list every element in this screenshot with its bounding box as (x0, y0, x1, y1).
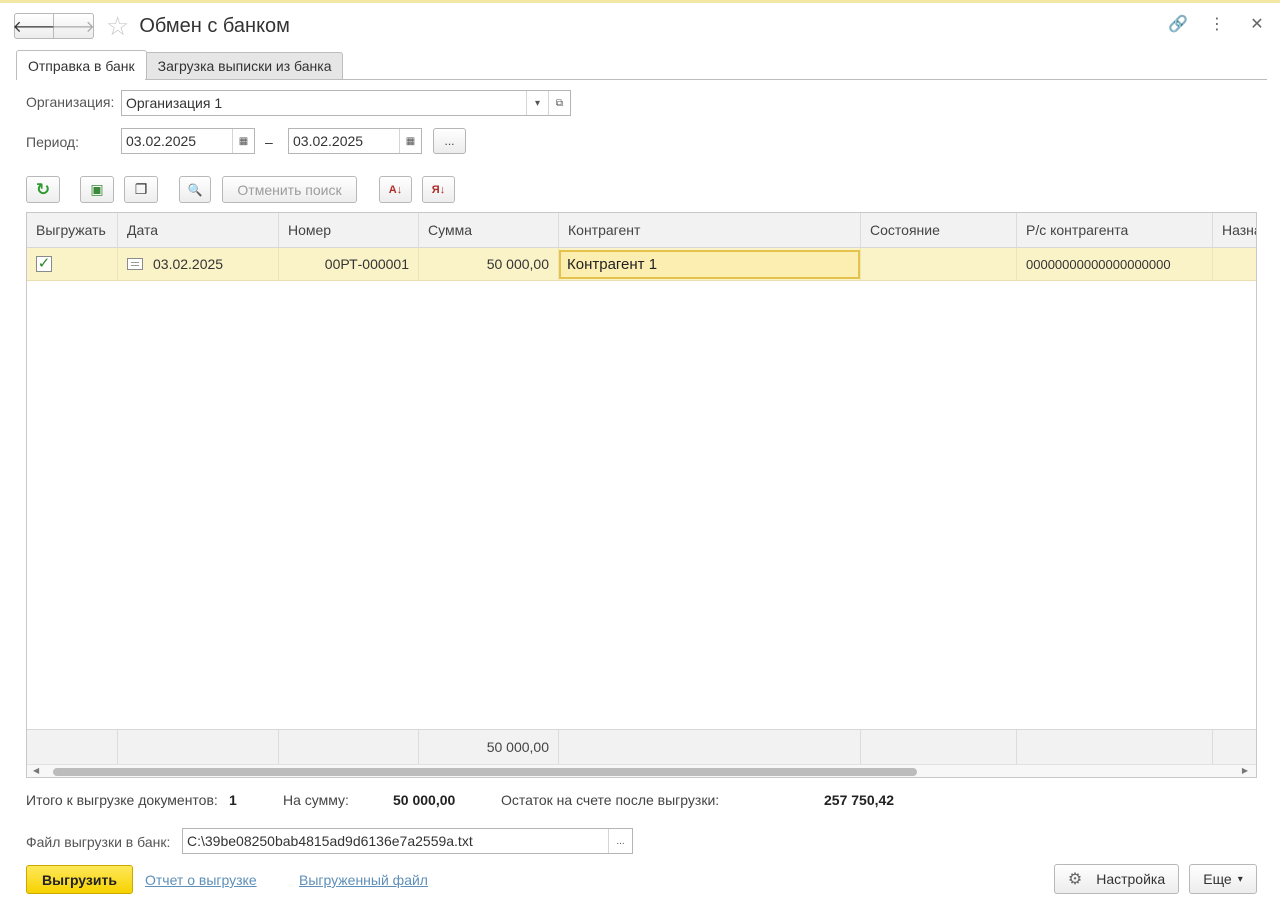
forward-button[interactable]: 🡒 (52, 13, 95, 39)
cancel-search-button[interactable]: Отменить поиск (222, 176, 357, 203)
favorite-star-icon[interactable]: ☆ (106, 13, 129, 39)
sort-ascending-icon: А↓ (388, 183, 403, 196)
organization-label: Организация: (26, 94, 115, 110)
sort-descending-button[interactable]: Я↓ (422, 176, 455, 203)
date-to-value: 03.02.2025 (293, 133, 364, 149)
number-cell: 00РТ-000001 (279, 248, 419, 280)
more-label: Еще (1203, 871, 1232, 887)
purpose-cell (1213, 248, 1256, 280)
file-path-field[interactable]: C:\39be08250bab4815ad9d6136e7a2559a.txt … (182, 828, 633, 854)
close-icon[interactable]: ✕ (1248, 14, 1266, 34)
balance-label: Остаток на счете после выгрузки: (501, 792, 720, 808)
report-link[interactable]: Отчет о выгрузке (145, 872, 257, 888)
column-header-number[interactable]: Номер (279, 213, 419, 247)
column-header-state[interactable]: Состояние (861, 213, 1017, 247)
table-row[interactable]: ✓ 03.02.2025 00РТ-000001 50 000,00 00000… (27, 248, 1256, 281)
column-header-counterparty[interactable]: Контрагент (559, 213, 861, 247)
tab-load-statement[interactable]: Загрузка выписки из банка (146, 52, 344, 80)
title-bar: 🡐 🡒 ☆ Обмен с банком (12, 12, 290, 40)
footer-cell (861, 730, 1017, 764)
amount-cell: 50 000,00 (419, 248, 559, 280)
tab-bar: Отправка в банк Загрузка выписки из банк… (16, 50, 344, 80)
date-separator: – (265, 134, 273, 150)
open-form-icon[interactable]: ⧉ (548, 91, 570, 115)
column-header-export[interactable]: Выгружать (27, 213, 118, 247)
search-button[interactable]: 🔍 (179, 176, 211, 203)
tab-divider (145, 79, 1267, 80)
account-cell: 00000000000000000000 (1017, 248, 1213, 280)
file-path-value: C:\39be08250bab4815ad9d6136e7a2559a.txt (187, 833, 473, 849)
title-actions: 🔗 ⋮ ✕ (1168, 14, 1266, 34)
chevron-down-icon: ▾ (1237, 873, 1243, 885)
footer-amount-total: 50 000,00 (419, 730, 559, 764)
footer-cell (27, 730, 118, 764)
export-button[interactable]: Выгрузить (26, 865, 133, 894)
arrow-left-icon: 🡐 (12, 18, 56, 36)
period-label: Период: (26, 134, 79, 150)
state-cell (861, 248, 1017, 280)
date-cell: 03.02.2025 (118, 248, 279, 280)
column-header-purpose[interactable]: Назна (1213, 213, 1256, 247)
counterparty-cell[interactable]: Контрагент 1 (559, 250, 860, 279)
scroll-left-icon[interactable]: ◀ (33, 766, 39, 775)
calendar-icon[interactable]: ▦ (232, 129, 254, 153)
dropdown-arrow-icon[interactable]: ▾ (526, 91, 548, 115)
sort-ascending-button[interactable]: А↓ (379, 176, 412, 203)
document-icon (127, 258, 143, 270)
settings-label: Настройка (1096, 871, 1166, 887)
page-title: Обмен с банком (139, 14, 290, 37)
top-accent-line (0, 0, 1280, 3)
settings-button[interactable]: ⚙ Настройка (1054, 864, 1179, 894)
export-checkbox[interactable]: ✓ (36, 256, 52, 272)
file-label: Файл выгрузки в банк: (26, 834, 171, 850)
check-all-icon: ▣ (90, 181, 104, 197)
date-from-value: 03.02.2025 (126, 133, 197, 149)
back-button[interactable]: 🡐 (12, 13, 56, 39)
calendar-icon[interactable]: ▦ (399, 129, 421, 153)
refresh-icon: ↻ (35, 179, 51, 199)
file-select-button[interactable]: ... (608, 829, 632, 853)
sum-label: На сумму: (283, 792, 349, 808)
footer-cell (559, 730, 861, 764)
export-cell[interactable]: ✓ (27, 248, 118, 280)
uncheck-all-icon: ❐ (134, 181, 148, 197)
exported-file-link[interactable]: Выгруженный файл (299, 872, 428, 888)
period-select-button[interactable]: ... (433, 128, 466, 154)
date-to-field[interactable]: 03.02.2025 ▦ (288, 128, 422, 154)
tab-send-to-bank[interactable]: Отправка в банк (16, 50, 147, 80)
organization-value: Организация 1 (126, 95, 223, 111)
column-header-date[interactable]: Дата (118, 213, 279, 247)
sort-descending-icon: Я↓ (431, 183, 446, 196)
docs-count-value: 1 (229, 792, 237, 808)
column-header-account[interactable]: Р/с контрагента (1017, 213, 1213, 247)
balance-value: 257 750,42 (824, 792, 895, 808)
gear-icon: ⚙ (1067, 871, 1083, 888)
documents-table[interactable]: Выгружать Дата Номер Сумма Контрагент Со… (26, 212, 1257, 778)
table-header: Выгружать Дата Номер Сумма Контрагент Со… (27, 213, 1256, 248)
scroll-right-icon[interactable]: ▶ (1242, 766, 1248, 775)
check-all-button[interactable]: ▣ (80, 176, 114, 203)
uncheck-all-button[interactable]: ❐ (124, 176, 158, 203)
organization-field[interactable]: Организация 1 ▾ ⧉ (121, 90, 571, 116)
footer-cell (279, 730, 419, 764)
date-value: 03.02.2025 (153, 256, 224, 272)
table-footer: 50 000,00 (27, 729, 1256, 764)
scrollbar-thumb[interactable] (53, 768, 917, 776)
search-icon: 🔍 (187, 182, 203, 197)
footer-cell (1017, 730, 1213, 764)
refresh-button[interactable]: ↻ (26, 176, 60, 203)
footer-cell (118, 730, 279, 764)
more-button[interactable]: Еще ▾ (1189, 864, 1257, 894)
docs-count-label: Итого к выгрузке документов: (26, 792, 218, 808)
column-header-amount[interactable]: Сумма (419, 213, 559, 247)
link-icon[interactable]: 🔗 (1168, 14, 1188, 34)
horizontal-scrollbar[interactable]: ◀ ▶ (27, 764, 1256, 777)
arrow-right-icon: 🡒 (52, 18, 95, 36)
more-vertical-icon[interactable]: ⋮ (1208, 14, 1226, 34)
date-from-field[interactable]: 03.02.2025 ▦ (121, 128, 255, 154)
sum-value: 50 000,00 (393, 792, 456, 808)
